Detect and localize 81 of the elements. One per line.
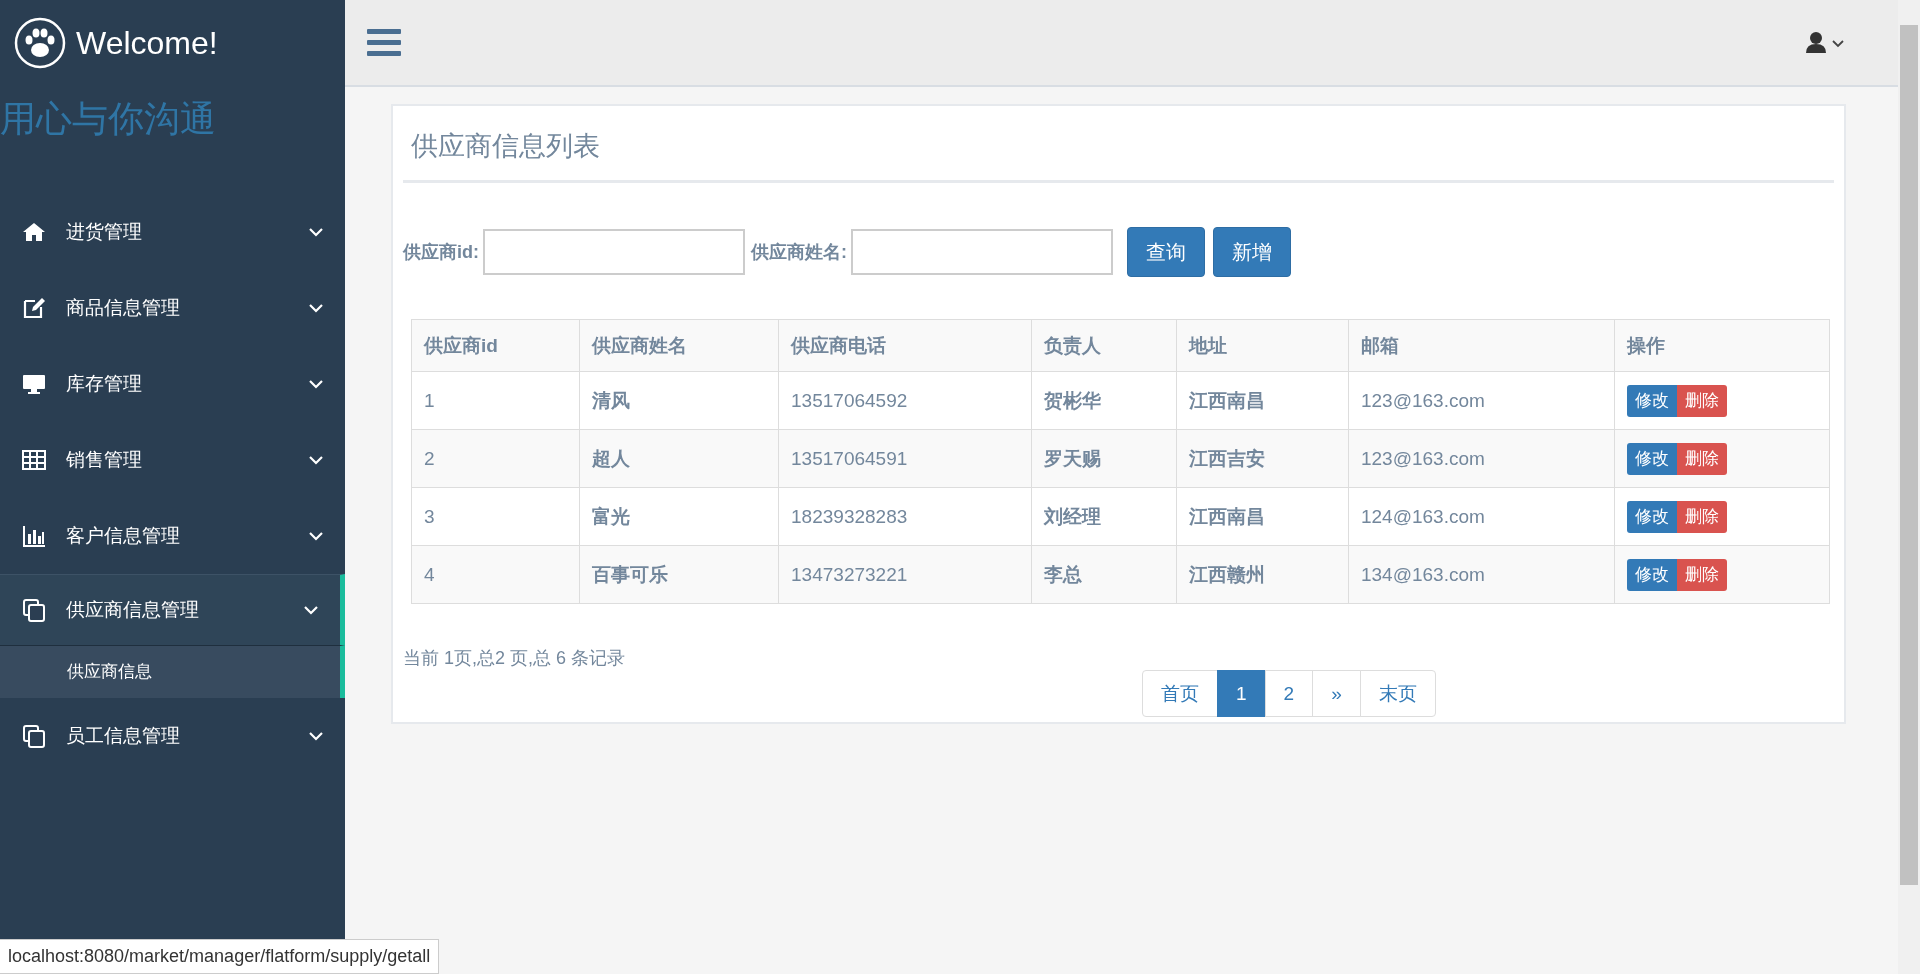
sidebar-item[interactable]: 商品信息管理 [0,270,345,346]
table-cell: 贺彬华 [1031,371,1177,430]
page-link[interactable]: 末页 [1359,670,1436,717]
delete-button[interactable]: 删除 [1676,384,1727,417]
delete-button[interactable]: 删除 [1676,442,1727,475]
panel-title: 供应商信息列表 [403,106,1834,183]
table-cell: 清风 [580,371,779,430]
chevron-down-icon [309,379,323,389]
edit-button[interactable]: 修改 [1626,442,1677,475]
slogan: 用心与你沟通 [0,97,217,141]
edit-icon [22,296,46,320]
edit-button[interactable]: 修改 [1626,384,1677,417]
table-cell: 罗天赐 [1031,429,1177,488]
action-button[interactable]: 新增 [1213,227,1291,277]
sidebar-item[interactable]: 进货管理 [0,194,345,270]
table-cell: 2 [411,429,580,488]
scrollbar[interactable] [1898,0,1920,974]
table-cell: 超人 [580,429,779,488]
table-cell: 1 [411,371,580,430]
table-cell: 4 [411,545,580,604]
user-dropdown-icon[interactable] [1806,30,1846,55]
paw-logo-icon [14,17,66,69]
sidebar-item[interactable]: 库存管理 [0,346,345,422]
sidebar-item[interactable]: 销售管理 [0,422,345,498]
chevron-down-icon [304,605,318,615]
chevron-down-icon [309,227,323,237]
edit-button[interactable]: 修改 [1626,558,1677,591]
action-button[interactable]: 查询 [1127,227,1205,277]
table-icon [22,448,46,472]
chevron-down-icon [309,303,323,313]
page-link[interactable]: 首页 [1142,670,1218,717]
table-cell: 18239328283 [778,487,1032,546]
table-cell: 13473273221 [778,545,1032,604]
table-cell: 123@163.com [1348,371,1615,430]
column-header: 负责人 [1031,319,1177,372]
chevron-down-icon [309,731,323,741]
page-link[interactable]: » [1312,670,1361,717]
bar-chart-icon [22,524,46,548]
record-summary: 当前 1页,总2 页,总 6 条记录 [403,647,627,670]
delete-button[interactable]: 删除 [1676,558,1727,591]
table-cell: 江西吉安 [1176,429,1349,488]
table-cell: 百事可乐 [580,545,779,604]
table-cell: 3 [411,487,580,546]
delete-button[interactable]: 删除 [1676,500,1727,533]
table-cell: 刘经理 [1031,487,1177,546]
column-header: 操作 [1614,319,1830,372]
table-cell: 134@163.com [1348,545,1615,604]
column-header: 供应商姓名 [580,319,779,372]
column-header: 供应商id [411,319,580,372]
sidebar-item[interactable]: 客户信息管理 [0,498,345,574]
table-cell: 13517064591 [778,429,1032,488]
copy-icon [22,598,46,622]
input-field[interactable] [851,229,1113,275]
sidebar-item[interactable]: 供应商信息管理 [0,574,345,646]
table-cell: 富光 [580,487,779,546]
table-cell: 江西南昌 [1176,371,1349,430]
home-icon [22,220,46,244]
page-link[interactable]: 1 [1217,670,1266,717]
field-label: 供应商姓名: [751,241,847,264]
status-url: localhost:8080/market/manager/flatform/supply/getall [0,939,440,974]
sidebar-subitem[interactable]: 供应商信息 [0,646,345,698]
column-header: 邮箱 [1348,319,1615,372]
edit-button[interactable]: 修改 [1626,500,1677,533]
brand-title: Welcome! [76,24,218,62]
table-cell: 13517064592 [778,371,1032,430]
table-cell: 124@163.com [1348,487,1615,546]
monitor-icon [22,372,46,396]
chevron-down-icon [309,531,323,541]
table-cell: 江西赣州 [1176,545,1349,604]
sidebar-item[interactable]: 员工信息管理 [0,698,345,774]
table-cell: 李总 [1031,545,1177,604]
copy-icon [22,724,46,748]
chevron-down-icon [309,455,323,465]
field-label: 供应商id: [403,241,479,264]
page-link[interactable]: 2 [1264,670,1314,717]
column-header: 供应商电话 [778,319,1032,372]
column-header: 地址 [1176,319,1349,372]
table-cell: 123@163.com [1348,429,1615,488]
input-field[interactable] [483,229,745,275]
table-cell: 江西南昌 [1176,487,1349,546]
menu-icon[interactable] [367,28,401,57]
